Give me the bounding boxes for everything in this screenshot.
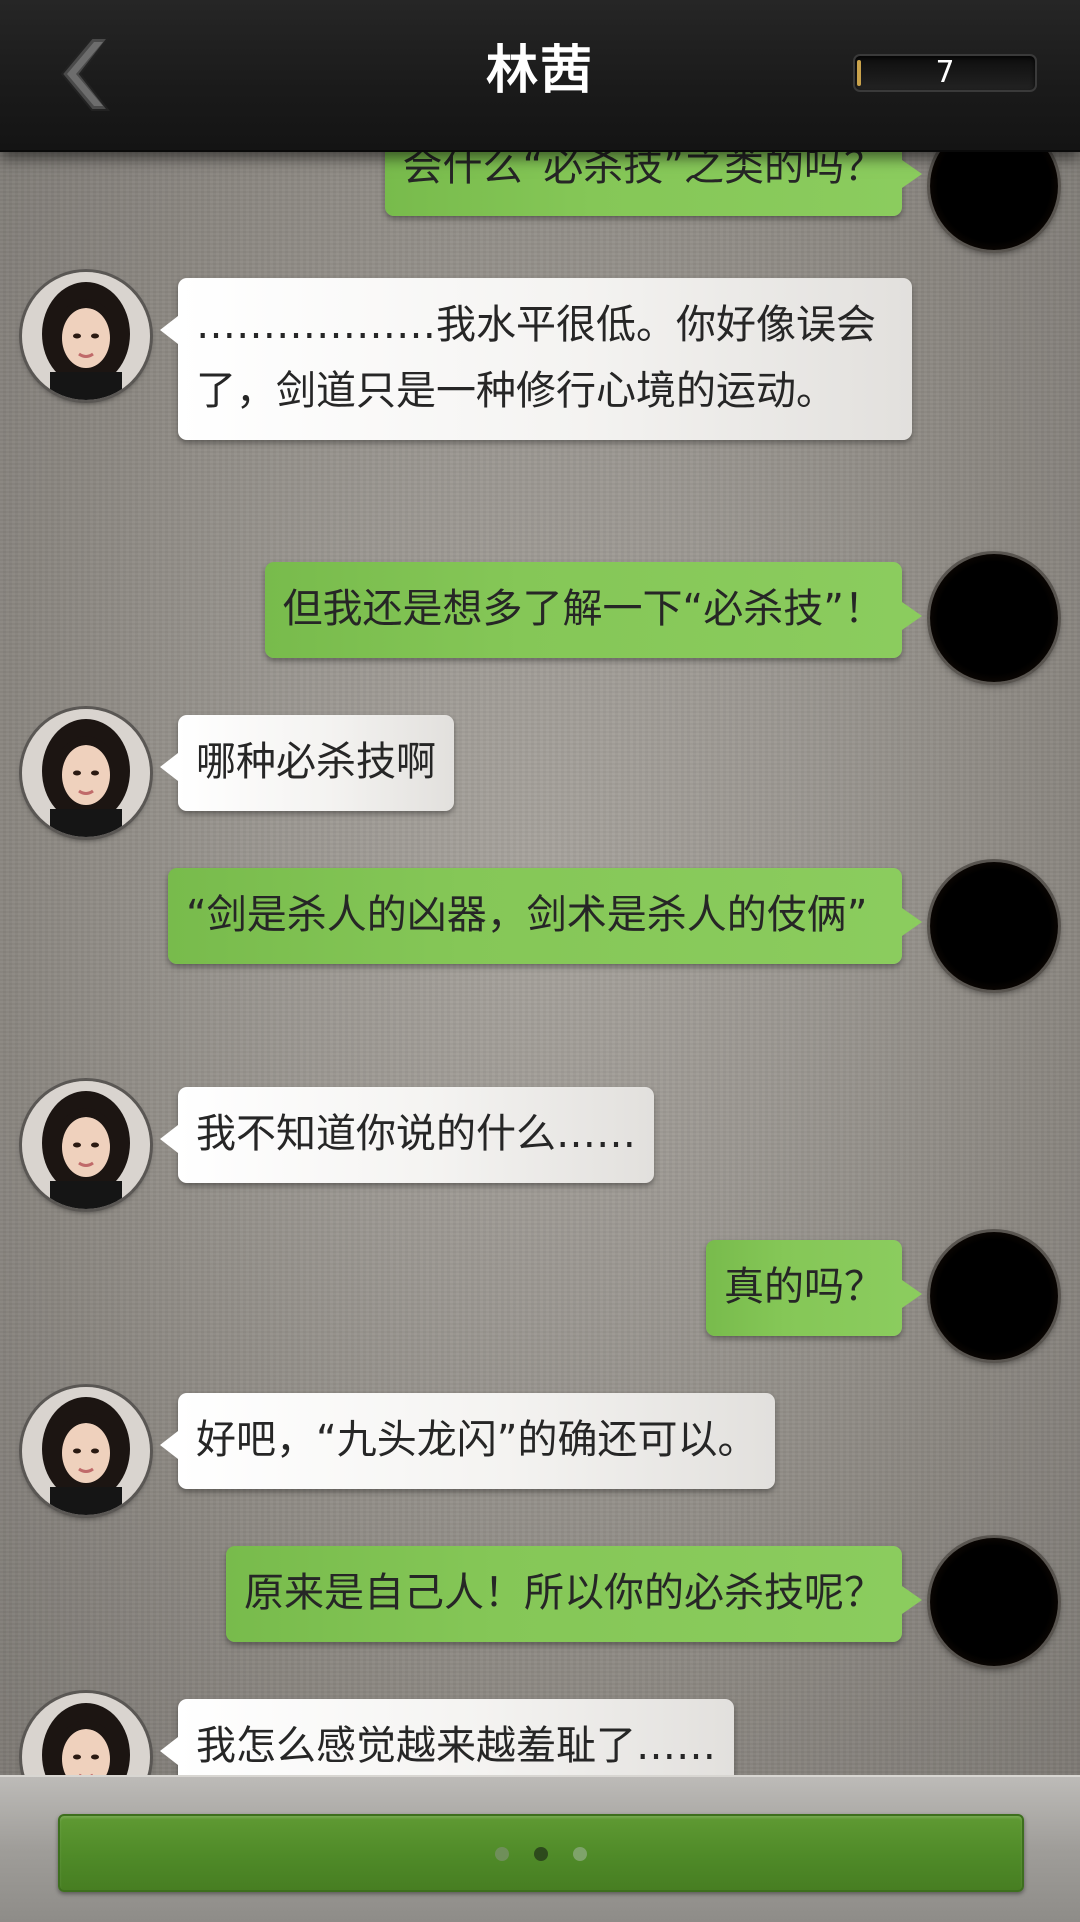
message-row: 我不知道你说的什么…… [0,1081,1080,1209]
girl-portrait-icon [22,1387,150,1515]
typing-dot-icon [573,1847,587,1861]
contact-message-bubble: ………………我水平很低。你好像误会了，剑道只是一种修行心境的运动。 [160,278,912,440]
top-bar: 林茜 7 [0,0,1080,152]
bottom-bar [0,1775,1080,1922]
my-avatar[interactable] [930,1232,1058,1360]
girl-portrait-icon [22,709,150,837]
typing-dot-icon [495,1847,509,1861]
girl-portrait-icon [22,1081,150,1209]
message-row: 好吧，“九头龙闪”的确还可以。 [0,1387,1080,1515]
girl-portrait-icon [22,1693,150,1775]
contact-avatar[interactable] [22,272,150,400]
message-row: 原来是自己人！所以你的必杀技呢？ [0,1538,1080,1666]
my-message-bubble: “剑是杀人的凶器，剑术是杀人的伎俩” [168,868,922,964]
contact-message-bubble: 我不知道你说的什么…… [160,1087,654,1183]
message-row: 哪种必杀技啊 [0,709,1080,837]
message-row: “剑是杀人的凶器，剑术是杀人的伎俩” [0,862,1080,1048]
contact-message-bubble: 好吧，“九头龙闪”的确还可以。 [159,1393,776,1489]
girl-portrait-icon [22,272,150,400]
my-avatar[interactable] [930,554,1058,682]
message-row: 真的吗？ [0,1232,1080,1360]
my-avatar[interactable] [930,862,1058,990]
message-row: ………………我水平很低。你好像误会了，剑道只是一种修行心境的运动。 [0,272,1080,518]
contact-avatar[interactable] [22,1693,150,1775]
my-message-bubble: 原来是自己人！所以你的必杀技呢？ [226,1546,922,1642]
my-avatar[interactable] [930,1538,1058,1666]
contact-message-bubble: 我怎么感觉越来越羞耻了…… [160,1699,734,1775]
chat-area[interactable]: 会什么“必杀技”之类的吗？ ………………我水平很低。你好像误会了，剑道只是一种修… [0,150,1080,1775]
counter-value: 7 [935,55,955,90]
my-message-bubble: 真的吗？ [706,1240,922,1336]
reply-bar[interactable] [58,1814,1024,1892]
progress-counter: 7 [853,54,1037,92]
my-avatar[interactable] [930,150,1058,250]
my-message-bubble: 但我还是想多了解一下“必杀技”！ [264,562,923,658]
my-message-bubble: 会什么“必杀技”之类的吗？ [384,150,923,216]
contact-message-bubble: 哪种必杀技啊 [160,715,454,811]
typing-dot-icon [534,1847,548,1861]
message-row: 我怎么感觉越来越羞耻了…… [0,1693,1080,1775]
contact-avatar[interactable] [22,1081,150,1209]
contact-avatar[interactable] [22,709,150,837]
message-row: 但我还是想多了解一下“必杀技”！ [0,554,1080,682]
message-row: 会什么“必杀技”之类的吗？ [0,150,1080,250]
contact-avatar[interactable] [22,1387,150,1515]
